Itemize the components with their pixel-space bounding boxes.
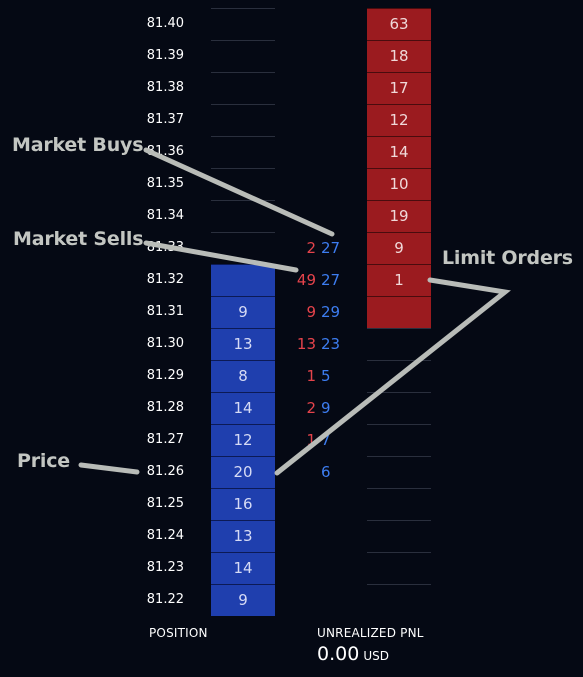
position-label: POSITION <box>149 626 208 640</box>
market-buys-pointer <box>143 147 335 237</box>
unrealized-pnl: 0.00 USD <box>317 643 389 665</box>
market-sells-callout: Market Sells <box>13 228 144 250</box>
market-buys-callout: Market Buys <box>12 134 144 156</box>
price-callout: Price <box>17 450 70 472</box>
limit-orders-pointer <box>274 277 512 476</box>
limit-orders-callout: Limit Orders <box>442 247 573 269</box>
annotation-layer <box>78 147 512 476</box>
pnl-value: 0.00 <box>317 643 360 665</box>
price-pointer <box>78 462 140 475</box>
pnl-unit: USD <box>363 649 389 663</box>
unrealized-pnl-label: UNREALIZED PNL <box>317 626 424 640</box>
market-sells-pointer <box>143 240 299 273</box>
